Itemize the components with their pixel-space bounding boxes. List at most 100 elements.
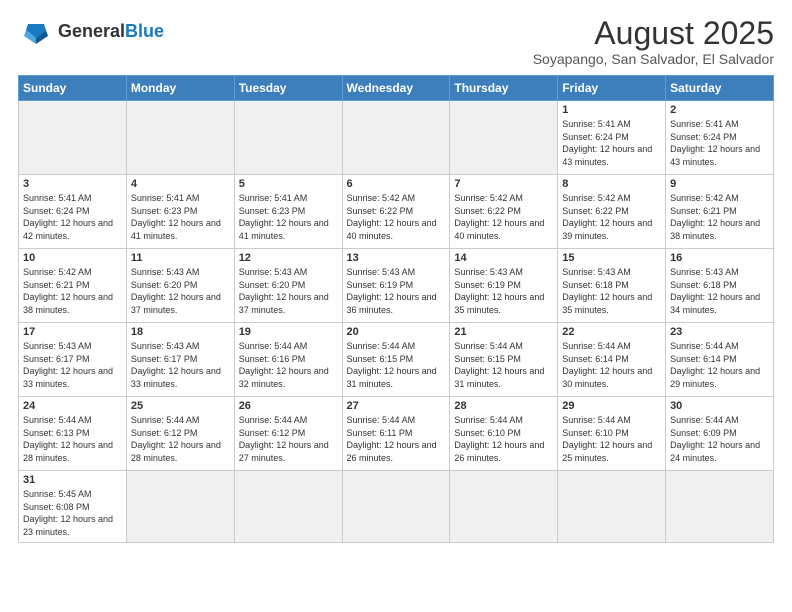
day-number: 20 — [347, 326, 446, 338]
logo: GeneralBlue — [18, 16, 164, 46]
location: Soyapango, San Salvador, El Salvador — [533, 51, 774, 67]
day-info: Sunrise: 5:41 AM Sunset: 6:23 PM Dayligh… — [239, 192, 338, 242]
day-info: Sunrise: 5:44 AM Sunset: 6:15 PM Dayligh… — [454, 340, 553, 390]
day-number: 17 — [23, 326, 122, 338]
calendar-week-5: 31Sunrise: 5:45 AM Sunset: 6:08 PM Dayli… — [19, 471, 774, 542]
calendar-cell: 16 Sunrise: 5:43 AM Sunset: 6:18 PM Dayli… — [666, 249, 774, 323]
day-number: 6 — [347, 178, 446, 190]
day-info: Sunrise: 5:44 AM Sunset: 6:11 PM Dayligh… — [347, 414, 446, 464]
calendar-cell: 5 Sunrise: 5:41 AM Sunset: 6:23 PM Daylig… — [234, 175, 342, 249]
calendar-cell: 31Sunrise: 5:45 AM Sunset: 6:08 PM Dayli… — [19, 471, 127, 542]
calendar-cell: 4Sunrise: 5:41 AM Sunset: 6:23 PM Daylig… — [126, 175, 234, 249]
day-number: 23 — [670, 326, 769, 338]
title-block: August 2025 Soyapango, San Salvador, El … — [533, 16, 774, 67]
weekday-header-row: SundayMondayTuesdayWednesdayThursdayFrid… — [19, 76, 774, 101]
calendar-cell: 28Sunrise: 5:44 AM Sunset: 6:10 PM Dayli… — [450, 397, 558, 471]
day-info: Sunrise: 5:42 AM Sunset: 6:22 PM Dayligh… — [347, 192, 446, 242]
calendar-cell: 3 Sunrise: 5:41 AM Sunset: 6:24 PM Daylig… — [19, 175, 127, 249]
calendar-cell: 25 Sunrise: 5:44 AM Sunset: 6:12 PM Dayli… — [126, 397, 234, 471]
day-number: 11 — [131, 252, 230, 264]
day-number: 16 — [670, 252, 769, 264]
calendar-cell — [234, 471, 342, 542]
calendar-cell: 19 Sunrise: 5:44 AM Sunset: 6:16 PM Dayli… — [234, 323, 342, 397]
calendar-week-1: 3 Sunrise: 5:41 AM Sunset: 6:24 PM Daylig… — [19, 175, 774, 249]
calendar-cell: 17 Sunrise: 5:43 AM Sunset: 6:17 PM Dayli… — [19, 323, 127, 397]
weekday-header-wednesday: Wednesday — [342, 76, 450, 101]
calendar-cell: 7Sunrise: 5:42 AM Sunset: 6:22 PM Daylig… — [450, 175, 558, 249]
calendar-cell: 29Sunrise: 5:44 AM Sunset: 6:10 PM Dayli… — [558, 397, 666, 471]
day-info: Sunrise: 5:43 AM Sunset: 6:19 PM Dayligh… — [454, 266, 553, 316]
day-info: Sunrise: 5:44 AM Sunset: 6:14 PM Dayligh… — [562, 340, 661, 390]
calendar-cell — [558, 471, 666, 542]
calendar-cell: 27 Sunrise: 5:44 AM Sunset: 6:11 PM Dayli… — [342, 397, 450, 471]
day-number: 27 — [347, 400, 446, 412]
day-info: Sunrise: 5:43 AM Sunset: 6:19 PM Dayligh… — [347, 266, 446, 316]
calendar-cell — [450, 101, 558, 175]
day-number: 9 — [670, 178, 769, 190]
day-info: Sunrise: 5:43 AM Sunset: 6:20 PM Dayligh… — [131, 266, 230, 316]
day-number: 3 — [23, 178, 122, 190]
day-number: 22 — [562, 326, 661, 338]
calendar-cell: 22 Sunrise: 5:44 AM Sunset: 6:14 PM Dayli… — [558, 323, 666, 397]
calendar-cell: 20Sunrise: 5:44 AM Sunset: 6:15 PM Dayli… — [342, 323, 450, 397]
page: GeneralBlue August 2025 Soyapango, San S… — [0, 0, 792, 612]
day-number: 26 — [239, 400, 338, 412]
day-info: Sunrise: 5:44 AM Sunset: 6:12 PM Dayligh… — [131, 414, 230, 464]
calendar-cell: 14 Sunrise: 5:43 AM Sunset: 6:19 PM Dayli… — [450, 249, 558, 323]
day-number: 29 — [562, 400, 661, 412]
calendar-cell — [234, 101, 342, 175]
calendar-cell — [126, 471, 234, 542]
day-info: Sunrise: 5:41 AM Sunset: 6:24 PM Dayligh… — [23, 192, 122, 242]
day-number: 2 — [670, 104, 769, 116]
calendar-cell: 9 Sunrise: 5:42 AM Sunset: 6:21 PM Daylig… — [666, 175, 774, 249]
day-info: Sunrise: 5:43 AM Sunset: 6:17 PM Dayligh… — [23, 340, 122, 390]
calendar-cell: 13Sunrise: 5:43 AM Sunset: 6:19 PM Dayli… — [342, 249, 450, 323]
day-number: 31 — [23, 474, 122, 486]
calendar-cell: 18Sunrise: 5:43 AM Sunset: 6:17 PM Dayli… — [126, 323, 234, 397]
day-info: Sunrise: 5:43 AM Sunset: 6:18 PM Dayligh… — [670, 266, 769, 316]
day-info: Sunrise: 5:42 AM Sunset: 6:22 PM Dayligh… — [562, 192, 661, 242]
calendar-cell: 12Sunrise: 5:43 AM Sunset: 6:20 PM Dayli… — [234, 249, 342, 323]
day-info: Sunrise: 5:44 AM Sunset: 6:13 PM Dayligh… — [23, 414, 122, 464]
day-info: Sunrise: 5:44 AM Sunset: 6:16 PM Dayligh… — [239, 340, 338, 390]
day-number: 4 — [131, 178, 230, 190]
day-number: 14 — [454, 252, 553, 264]
calendar-table: SundayMondayTuesdayWednesdayThursdayFrid… — [18, 75, 774, 542]
calendar-cell: 6 Sunrise: 5:42 AM Sunset: 6:22 PM Daylig… — [342, 175, 450, 249]
day-number: 25 — [131, 400, 230, 412]
calendar-cell: 10Sunrise: 5:42 AM Sunset: 6:21 PM Dayli… — [19, 249, 127, 323]
calendar-cell: 30Sunrise: 5:44 AM Sunset: 6:09 PM Dayli… — [666, 397, 774, 471]
weekday-header-thursday: Thursday — [450, 76, 558, 101]
generalblue-logo-icon — [18, 16, 54, 46]
calendar-cell — [342, 471, 450, 542]
weekday-header-friday: Friday — [558, 76, 666, 101]
day-info: Sunrise: 5:42 AM Sunset: 6:21 PM Dayligh… — [670, 192, 769, 242]
header: GeneralBlue August 2025 Soyapango, San S… — [18, 16, 774, 67]
day-info: Sunrise: 5:42 AM Sunset: 6:22 PM Dayligh… — [454, 192, 553, 242]
day-number: 28 — [454, 400, 553, 412]
day-info: Sunrise: 5:44 AM Sunset: 6:09 PM Dayligh… — [670, 414, 769, 464]
day-info: Sunrise: 5:44 AM Sunset: 6:14 PM Dayligh… — [670, 340, 769, 390]
weekday-header-saturday: Saturday — [666, 76, 774, 101]
day-number: 5 — [239, 178, 338, 190]
calendar-cell: 15Sunrise: 5:43 AM Sunset: 6:18 PM Dayli… — [558, 249, 666, 323]
calendar-cell: 23 Sunrise: 5:44 AM Sunset: 6:14 PM Dayli… — [666, 323, 774, 397]
day-number: 21 — [454, 326, 553, 338]
weekday-header-monday: Monday — [126, 76, 234, 101]
month-year: August 2025 — [533, 16, 774, 51]
calendar-cell — [342, 101, 450, 175]
logo-text: GeneralBlue — [58, 22, 164, 40]
calendar-week-4: 24 Sunrise: 5:44 AM Sunset: 6:13 PM Dayli… — [19, 397, 774, 471]
calendar-cell: 1 Sunrise: 5:41 AM Sunset: 6:24 PM Daylig… — [558, 101, 666, 175]
day-info: Sunrise: 5:42 AM Sunset: 6:21 PM Dayligh… — [23, 266, 122, 316]
calendar-cell: 26Sunrise: 5:44 AM Sunset: 6:12 PM Dayli… — [234, 397, 342, 471]
calendar-cell — [450, 471, 558, 542]
day-number: 24 — [23, 400, 122, 412]
day-info: Sunrise: 5:41 AM Sunset: 6:24 PM Dayligh… — [562, 118, 661, 168]
calendar-cell — [19, 101, 127, 175]
weekday-header-sunday: Sunday — [19, 76, 127, 101]
calendar-week-3: 17 Sunrise: 5:43 AM Sunset: 6:17 PM Dayli… — [19, 323, 774, 397]
day-number: 19 — [239, 326, 338, 338]
day-number: 1 — [562, 104, 661, 116]
weekday-header-tuesday: Tuesday — [234, 76, 342, 101]
